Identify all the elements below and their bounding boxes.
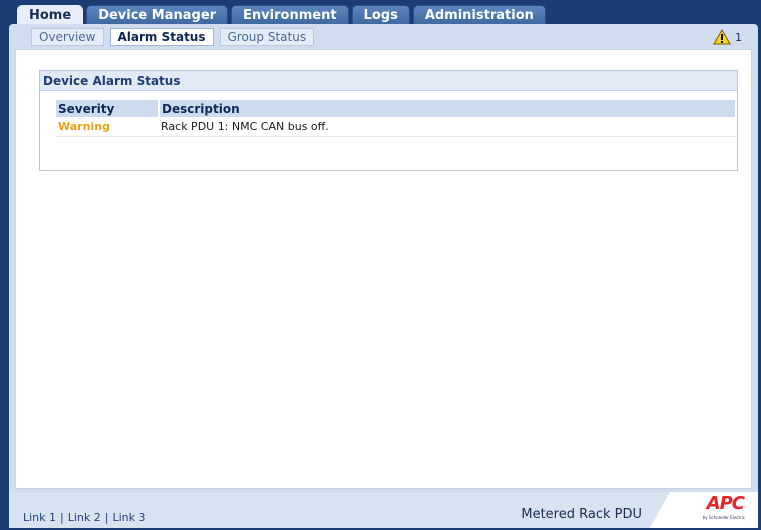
alarm-indicator[interactable]: 1 <box>713 28 742 46</box>
tab-logs[interactable]: Logs <box>351 5 410 25</box>
footer-separator: | <box>104 511 109 524</box>
box-title: Device Alarm Status <box>40 71 737 91</box>
tab-administration[interactable]: Administration <box>412 5 546 25</box>
footer-link-2[interactable]: Link 2 <box>68 511 101 524</box>
product-name: Metered Rack PDU <box>521 507 642 522</box>
subtab-group-status[interactable]: Group Status <box>219 28 315 46</box>
content-area: Device Alarm Status Severity Description… <box>15 49 752 489</box>
table-row: Warning Rack PDU 1: NMC CAN bus off. <box>56 117 736 137</box>
main-panel: Overview Alarm Status Group Status 1 Dev… <box>9 24 758 494</box>
logo-subtext: by Schneider Electric <box>702 515 745 520</box>
alarm-count: 1 <box>735 30 742 44</box>
footer-link-3[interactable]: Link 3 <box>113 511 146 524</box>
alarm-severity: Warning <box>56 117 159 137</box>
footer: Link 1 | Link 2 | Link 3 Metered Rack PD… <box>9 492 758 528</box>
apc-logo: APC by Schneider Electric <box>650 492 758 528</box>
sub-nav: Overview Alarm Status Group Status <box>31 28 315 46</box>
tab-home[interactable]: Home <box>17 5 84 26</box>
subtab-overview[interactable]: Overview <box>31 28 104 46</box>
tab-device-manager[interactable]: Device Manager <box>86 5 229 25</box>
alarm-table: Severity Description Warning Rack PDU 1:… <box>56 100 737 137</box>
alarm-description: Rack PDU 1: NMC CAN bus off. <box>159 117 736 137</box>
col-description: Description <box>159 100 737 117</box>
footer-links: Link 1 | Link 2 | Link 3 <box>23 511 146 524</box>
footer-separator: | <box>60 511 64 524</box>
top-nav: Home Device Manager Environment Logs Adm… <box>17 5 546 26</box>
col-severity: Severity <box>56 100 160 117</box>
device-alarm-status-box: Device Alarm Status Severity Description… <box>39 70 738 171</box>
tab-environment[interactable]: Environment <box>231 5 349 25</box>
warning-icon <box>713 29 731 45</box>
footer-link-1[interactable]: Link 1 <box>23 511 56 524</box>
logo-text: APC <box>706 493 745 514</box>
subtab-alarm-status[interactable]: Alarm Status <box>109 28 214 46</box>
